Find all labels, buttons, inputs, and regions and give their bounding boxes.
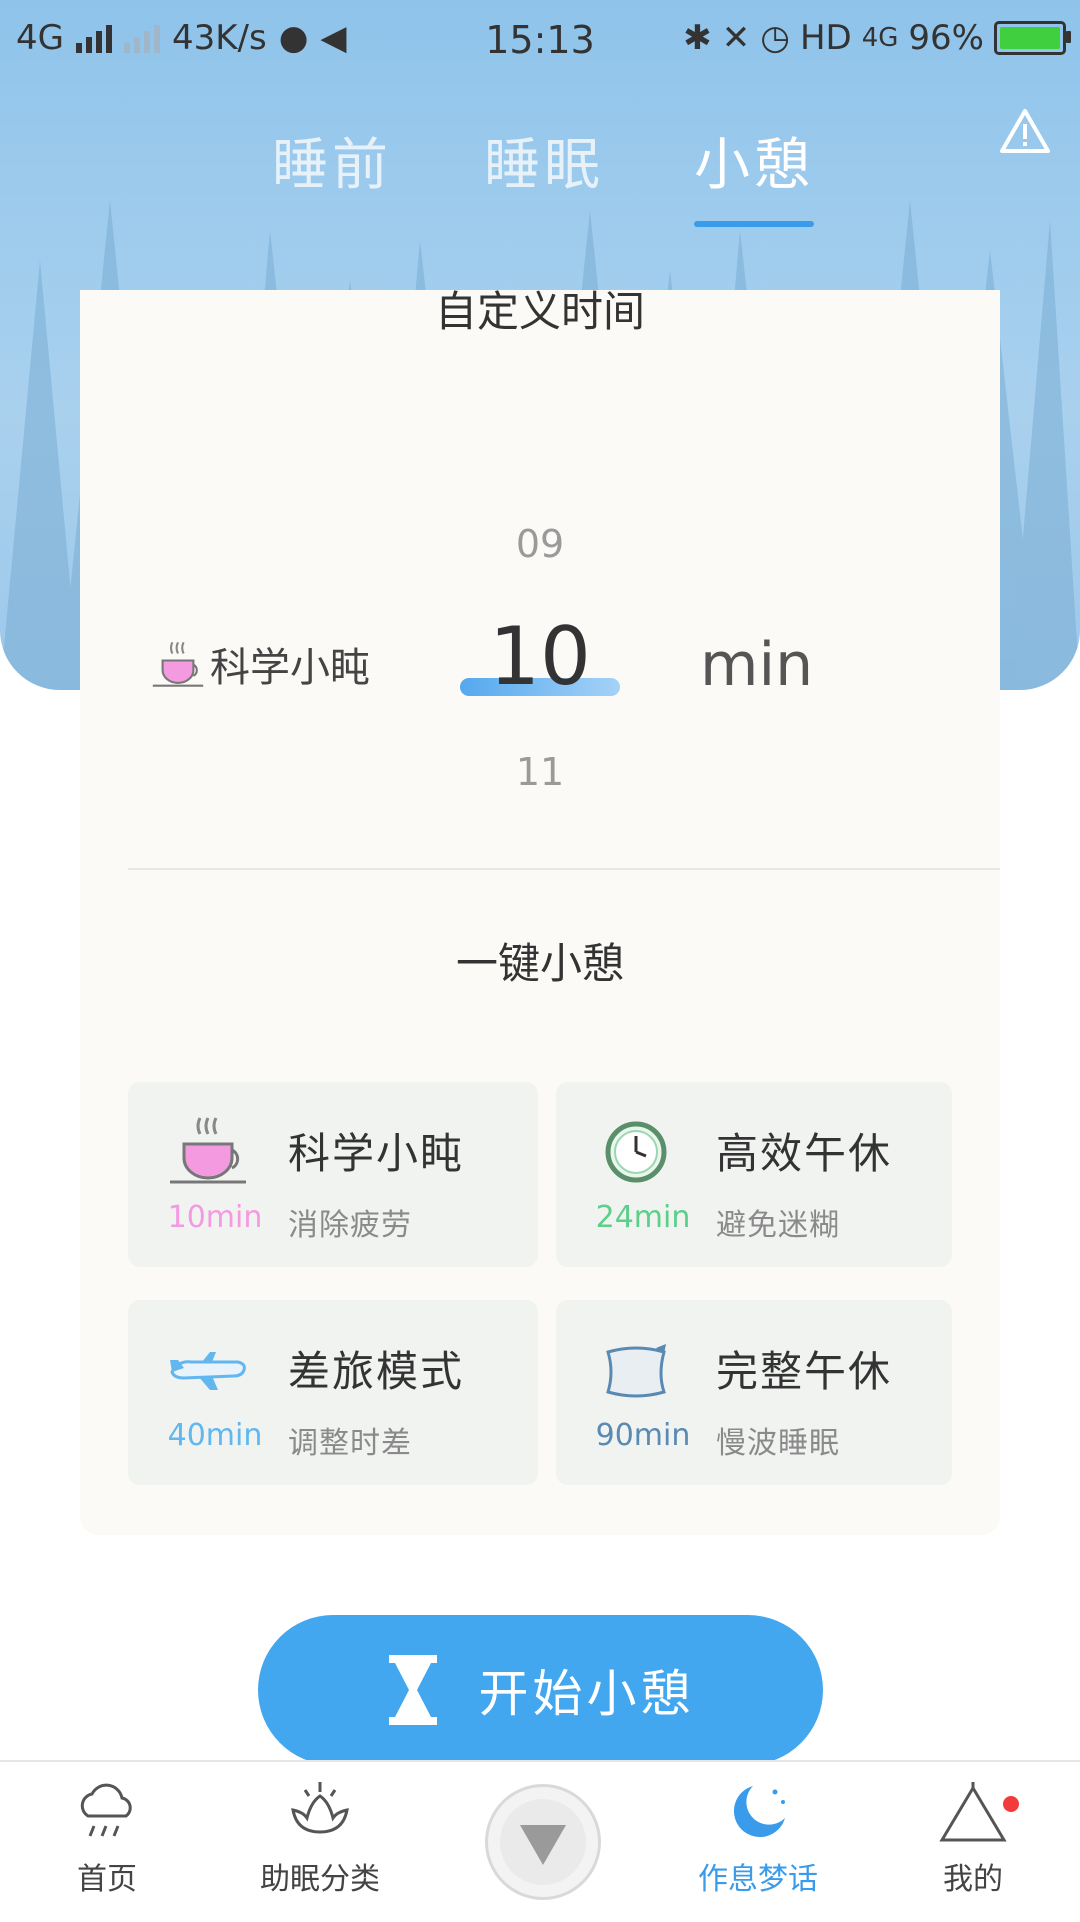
hd-label: HD [799, 18, 852, 58]
custom-time-title: 自定义时间 [434, 287, 645, 336]
nav-label: 首页 [77, 1862, 137, 1897]
option-duration: 24min [595, 1200, 691, 1235]
hourglass-icon [388, 1655, 437, 1725]
nav-label: 助眠分类 [260, 1862, 380, 1897]
option-desc: 避免迷糊 [716, 1208, 840, 1243]
option-name: 差旅模式 [288, 1347, 465, 1396]
battery-icon [994, 21, 1071, 55]
quick-nap-title: 一键小憩 [455, 939, 624, 988]
tab-before-sleep[interactable]: 睡前 [272, 120, 392, 201]
minute-unit: min [700, 630, 814, 700]
cloud-rain-icon [80, 1783, 132, 1837]
minute-prev[interactable]: 09 [440, 522, 640, 566]
option-desc: 消除疲劳 [288, 1208, 412, 1243]
tab-bar: 睡前 睡眠 小憩 [0, 120, 1080, 227]
nav-home[interactable]: 首页 [7, 1780, 207, 1898]
option-efficient-nap[interactable]: 24min 高效午休 避免迷糊 [556, 1082, 952, 1267]
start-nap-label: 开始小憩 [478, 1665, 695, 1723]
bottom-nav: 首页 助眠分类 作息梦话 我的 [0, 1760, 1080, 1922]
picker-mode-label: 科学小盹 [150, 635, 370, 693]
option-name: 高效午休 [716, 1129, 893, 1178]
battery-percent: 96% [908, 18, 984, 58]
tent-icon [939, 1782, 1007, 1842]
teacup-icon [170, 1117, 246, 1184]
triangle-play-icon [520, 1825, 566, 1865]
warning-icon[interactable] [1000, 108, 1050, 154]
moon-icon [733, 1786, 785, 1838]
minute-next[interactable]: 11 [440, 750, 640, 794]
option-desc: 慢波睡眠 [716, 1426, 840, 1461]
nav-label: 作息梦话 [698, 1862, 818, 1897]
option-name: 科学小盹 [288, 1129, 465, 1178]
nav-mine[interactable]: 我的 [873, 1780, 1073, 1898]
pillow-icon [606, 1344, 666, 1398]
picker-mode-text: 科学小盹 [210, 645, 370, 691]
option-name: 完整午休 [716, 1347, 893, 1396]
notification-dot [1003, 1796, 1019, 1812]
bluetooth-icon: ✱ [683, 18, 712, 58]
tab-nap[interactable]: 小憩 [694, 120, 814, 227]
airplane-icon [170, 1352, 246, 1390]
clock-icon [605, 1121, 667, 1183]
option-full-nap[interactable]: 90min 完整午休 慢波睡眠 [556, 1300, 952, 1485]
tab-sleep[interactable]: 睡眠 [484, 120, 604, 201]
minute-current[interactable]: 10 [440, 610, 640, 703]
nav-label: 我的 [943, 1862, 1003, 1897]
lotus-icon [291, 1782, 349, 1834]
option-duration: 90min [595, 1418, 691, 1453]
option-duration: 40min [167, 1418, 263, 1453]
alarm-icon: ◷ [760, 18, 790, 58]
network-type-2: 4G [861, 23, 899, 53]
teacup-icon [152, 641, 204, 687]
mute-bell-icon: ✕ [721, 18, 751, 58]
nav-sleep-aid[interactable]: 助眠分类 [220, 1780, 420, 1898]
divider [128, 868, 1000, 870]
start-nap-button[interactable]: 开始小憩 [258, 1615, 823, 1765]
nav-play-button[interactable] [485, 1784, 601, 1900]
nap-card: 自定义时间 科学小盹 09 10 11 min 一键小憩 10min 科学小盹 … [80, 287, 1000, 1535]
option-travel-mode[interactable]: 40min 差旅模式 调整时差 [128, 1300, 538, 1485]
option-science-nap[interactable]: 10min 科学小盹 消除疲劳 [128, 1082, 538, 1267]
nav-schedule[interactable]: 作息梦话 [658, 1780, 858, 1898]
status-bar: 4G 43K/s ● ◀ 15:13 ✱ ✕ ◷ HD 4G 96% [0, 0, 1080, 76]
option-duration: 10min [167, 1200, 263, 1235]
option-desc: 调整时差 [288, 1426, 412, 1461]
